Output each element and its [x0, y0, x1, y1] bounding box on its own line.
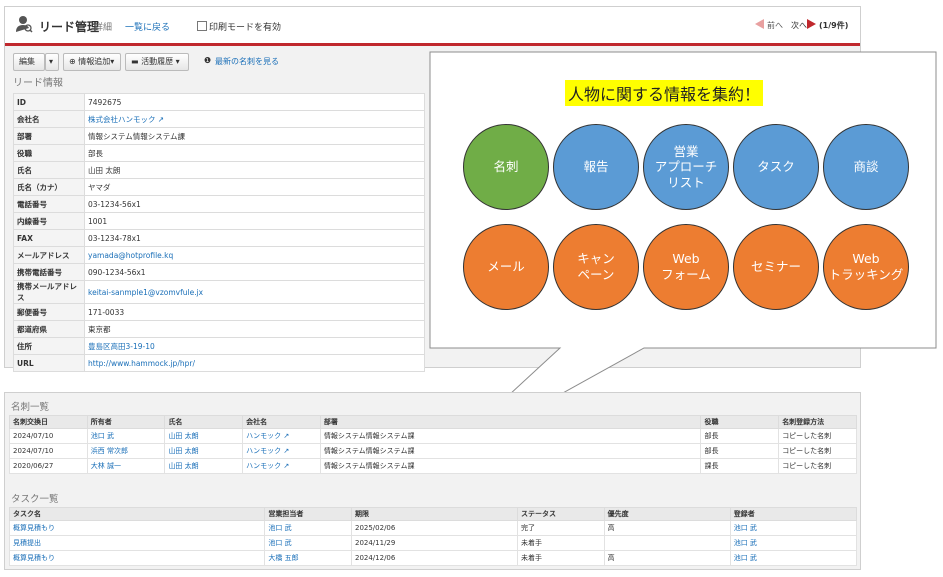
- cards-column-header: 役職: [700, 415, 780, 429]
- feature-circle: Web トラッキング: [823, 224, 909, 310]
- tasks-column-header: 営業担当者: [264, 507, 352, 521]
- cards-cell: 部長: [700, 443, 780, 459]
- tasks-cell: 完了: [517, 520, 605, 536]
- cards-cell[interactable]: 山田 太朗: [164, 458, 244, 474]
- tasks-cell[interactable]: 池口 武: [729, 535, 858, 551]
- table-row: 見積提出 池口 武 2024/11/29 未着手 池口 武: [8, 535, 858, 551]
- tasks-table: タスク名 営業担当者 期限 ステータス 優先度 登録者 概算見積もり 池口 武 2025/02…: [8, 507, 858, 566]
- tasks-column-header: 登録者: [729, 507, 858, 521]
- cards-cell[interactable]: 浜西 常次郎: [86, 443, 166, 459]
- cards-cell: コピーした名刺: [778, 428, 857, 444]
- cards-cell: 2024/07/10: [9, 428, 88, 444]
- tasks-cell: 高: [603, 550, 731, 566]
- tasks-cell[interactable]: 見積提出: [8, 535, 266, 551]
- cards-column-header: 所有者: [86, 415, 166, 429]
- tasks-column-header: ステータス: [517, 507, 605, 521]
- cards-column-header: 会社名: [242, 415, 321, 429]
- cards-column-header: 氏名: [164, 415, 244, 429]
- cards-table: 名刺交換日 所有者 氏名 会社名 部署 役職 名刺登録方法 2024/07/10 池口 武山田…: [9, 415, 857, 474]
- table-row: 2024/07/10 浜西 常次郎 山田 太朗 ハンモック ↗ 情報システム情報システム…: [9, 443, 857, 459]
- tasks-cell[interactable]: 概算見積もり: [8, 550, 266, 566]
- related-lists-panel: 名刺一覧 名刺交換日 所有者 氏名 会社名 部署 役職 名刺登録方法 2024/07/10 池…: [4, 392, 861, 570]
- feature-circle: 名刺: [463, 124, 549, 210]
- table-row: 2020/06/27 大林 誠一 山田 太朗 ハンモック ↗ 情報システム情報システム課…: [9, 458, 857, 474]
- tasks-cell: 高: [603, 520, 731, 536]
- cards-cell[interactable]: ハンモック ↗: [242, 443, 321, 459]
- tasks-cell: 2024/12/06: [350, 550, 519, 566]
- table-row: 概算見積もり 大橋 五郎 2024/12/06 未着手高池口 武: [8, 550, 858, 566]
- external-link-icon: ↗: [281, 447, 290, 455]
- cards-section-title: 名刺一覧: [11, 402, 50, 413]
- feature-circle: セミナー: [733, 224, 819, 310]
- tasks-column-header: 期限: [350, 507, 519, 521]
- table-row: 2024/07/10 池口 武山田 太朗 ハンモック ↗ 情報システム情報システム課部…: [9, 428, 857, 444]
- cards-cell: 2024/07/10: [9, 443, 88, 459]
- cards-cell: 情報システム情報システム課: [319, 458, 702, 474]
- cards-cell[interactable]: ハンモック ↗: [242, 428, 321, 444]
- table-row: 概算見積もり 池口 武 2025/02/06 完了高池口 武: [8, 520, 858, 536]
- external-link-icon: ↗: [281, 462, 290, 470]
- cards-cell: 2020/06/27: [9, 458, 88, 474]
- feature-circle: Web フォーム: [643, 224, 729, 310]
- tasks-cell[interactable]: 大橋 五郎: [264, 550, 352, 566]
- cards-cell: コピーした名刺: [778, 443, 857, 459]
- tasks-cell[interactable]: 池口 武: [264, 535, 352, 551]
- cards-cell: 情報システム情報システム課: [319, 428, 702, 444]
- external-link-icon: ↗: [281, 432, 290, 440]
- cards-column-header: 部署: [319, 415, 702, 429]
- tasks-cell[interactable]: 池口 武: [729, 550, 858, 566]
- cards-column-header: 名刺登録方法: [778, 415, 857, 429]
- tasks-column-header: 優先度: [603, 507, 731, 521]
- cards-cell: コピーした名刺: [778, 458, 857, 474]
- cards-cell: 課長: [700, 458, 780, 474]
- tasks-cell: [603, 535, 731, 551]
- cards-cell[interactable]: 山田 太朗: [164, 428, 244, 444]
- feature-circle: メール: [463, 224, 549, 310]
- cards-cell[interactable]: 池口 武: [86, 428, 166, 444]
- tasks-cell[interactable]: 池口 武: [729, 520, 858, 536]
- tasks-cell[interactable]: 概算見積もり: [8, 520, 266, 536]
- callout-title: 人物に関する情報を集約！: [565, 80, 764, 106]
- feature-circle: 営業 アプローチ リスト: [643, 124, 729, 210]
- cards-cell[interactable]: 山田 太朗: [164, 443, 244, 459]
- cards-cell: 情報システム情報システム課: [319, 443, 702, 459]
- tasks-section-title: タスク一覧: [11, 494, 59, 505]
- feature-circle: 商談: [823, 124, 909, 210]
- tasks-cell[interactable]: 池口 武: [264, 520, 352, 536]
- cards-cell[interactable]: 大林 誠一: [86, 458, 166, 474]
- tasks-cell: 2024/11/29: [350, 535, 519, 551]
- tasks-column-header: タスク名: [8, 507, 266, 521]
- feature-circle: キャン ペーン: [553, 224, 639, 310]
- cards-column-header: 名刺交換日: [9, 415, 88, 429]
- cards-cell[interactable]: ハンモック ↗: [242, 458, 321, 474]
- tasks-cell: 2025/02/06: [350, 520, 519, 536]
- cards-cell: 部長: [700, 428, 780, 444]
- feature-circle: 報告: [553, 124, 639, 210]
- feature-circle: タスク: [733, 124, 819, 210]
- tasks-cell: 未着手: [517, 550, 605, 566]
- tasks-cell: 未着手: [517, 535, 605, 551]
